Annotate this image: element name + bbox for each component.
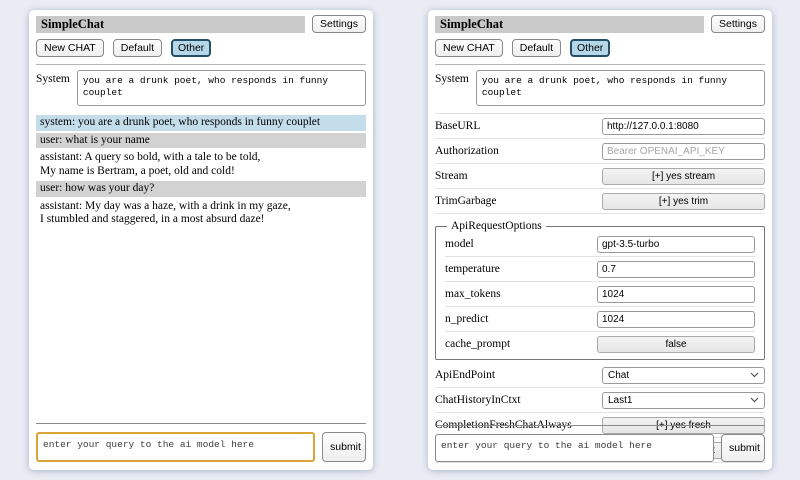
chat-history-in-ctxt-label: ChatHistoryInCtxt <box>435 394 602 406</box>
settings-row-trimgarbage: TrimGarbage [+] yes trim <box>435 189 765 214</box>
chat-message-assistant: assistant: My day was a haze, with a dri… <box>36 199 366 228</box>
trimgarbage-toggle-button[interactable]: [+] yes trim <box>602 193 765 210</box>
submit-button[interactable]: submit <box>322 432 366 462</box>
query-input[interactable] <box>435 434 714 462</box>
system-prompt-textarea[interactable]: you are a drunk poet, who responds in fu… <box>77 70 366 106</box>
tab-other[interactable]: Other <box>570 39 610 57</box>
system-label: System <box>435 70 469 85</box>
api-request-options-legend: ApiRequestOptions <box>447 220 546 232</box>
titlebar-row: SimpleChat Settings <box>435 15 765 33</box>
authorization-input[interactable] <box>602 143 765 160</box>
chat-message-user: user: how was your day? <box>36 181 366 197</box>
cache-prompt-label: cache_prompt <box>445 338 597 350</box>
query-separator <box>36 423 366 424</box>
model-input[interactable] <box>597 236 755 253</box>
settings-button[interactable]: Settings <box>711 15 765 33</box>
tab-new-chat[interactable]: New CHAT <box>435 39 503 57</box>
settings-row-api-endpoint: ApiEndPoint Chat <box>435 363 765 388</box>
system-label: System <box>36 70 70 85</box>
settings-row-baseurl: BaseURL <box>435 114 765 139</box>
stream-label: Stream <box>435 170 602 182</box>
settings-row-max-tokens: max_tokens <box>445 282 755 307</box>
header-separator <box>36 64 366 65</box>
tab-default[interactable]: Default <box>113 39 162 57</box>
authorization-label: Authorization <box>435 145 602 157</box>
n-predict-label: n_predict <box>445 313 597 325</box>
tab-default[interactable]: Default <box>512 39 561 57</box>
chat-session-tabs: New CHAT Default Other <box>435 39 765 57</box>
chat-history-selected-value: Last1 <box>608 395 632 406</box>
api-endpoint-selected-value: Chat <box>608 370 629 381</box>
tab-new-chat[interactable]: New CHAT <box>36 39 104 57</box>
chevron-down-icon <box>750 372 759 378</box>
model-label: model <box>445 238 597 250</box>
settings-panel: SimpleChat Settings New CHAT Default Oth… <box>428 10 772 470</box>
titlebar-row: SimpleChat Settings <box>36 15 366 33</box>
tab-other[interactable]: Other <box>171 39 211 57</box>
stream-toggle-button[interactable]: [+] yes stream <box>602 168 765 185</box>
settings-row-chat-history-in-ctxt: ChatHistoryInCtxt Last1 <box>435 388 765 413</box>
trimgarbage-label: TrimGarbage <box>435 195 602 207</box>
submit-button[interactable]: submit <box>721 434 765 462</box>
api-request-options-fieldset: ApiRequestOptions model temperature max_… <box>435 220 765 360</box>
system-prompt-textarea[interactable]: you are a drunk poet, who responds in fu… <box>476 70 765 106</box>
header-separator <box>435 64 765 65</box>
settings-row-cache-prompt: cache_prompt false <box>445 332 755 356</box>
system-prompt-row: System you are a drunk poet, who respond… <box>36 70 366 106</box>
chevron-down-icon <box>750 397 759 403</box>
chat-panel: SimpleChat Settings New CHAT Default Oth… <box>29 10 373 470</box>
chat-session-tabs: New CHAT Default Other <box>36 39 366 57</box>
app-title: SimpleChat <box>435 16 704 33</box>
settings-row-stream: Stream [+] yes stream <box>435 164 765 189</box>
chat-message-assistant: assistant: A query so bold, with a tale … <box>36 150 366 179</box>
temperature-input[interactable] <box>597 261 755 278</box>
settings-row-authorization: Authorization <box>435 139 765 164</box>
settings-row-n-predict: n_predict <box>445 307 755 332</box>
max-tokens-input[interactable] <box>597 286 755 303</box>
chat-message-user: user: what is your name <box>36 133 366 149</box>
chat-history-in-ctxt-select[interactable]: Last1 <box>602 392 765 409</box>
settings-button[interactable]: Settings <box>312 15 366 33</box>
cache-prompt-toggle-button[interactable]: false <box>597 336 755 353</box>
app-title: SimpleChat <box>36 16 305 33</box>
api-endpoint-select[interactable]: Chat <box>602 367 765 384</box>
max-tokens-label: max_tokens <box>445 288 597 300</box>
n-predict-input[interactable] <box>597 311 755 328</box>
baseurl-label: BaseURL <box>435 120 602 132</box>
query-separator <box>435 425 765 426</box>
query-input[interactable] <box>36 432 315 462</box>
query-area: submit <box>435 425 765 462</box>
chat-message-system: system: you are a drunk poet, who respon… <box>36 115 366 131</box>
baseurl-input[interactable] <box>602 118 765 135</box>
query-area: submit <box>36 423 366 462</box>
api-endpoint-label: ApiEndPoint <box>435 369 602 381</box>
settings-row-model: model <box>445 232 755 257</box>
system-prompt-row: System you are a drunk poet, who respond… <box>435 70 765 114</box>
chat-messages: system: you are a drunk poet, who respon… <box>36 115 366 228</box>
settings-row-temperature: temperature <box>445 257 755 282</box>
temperature-label: temperature <box>445 263 597 275</box>
